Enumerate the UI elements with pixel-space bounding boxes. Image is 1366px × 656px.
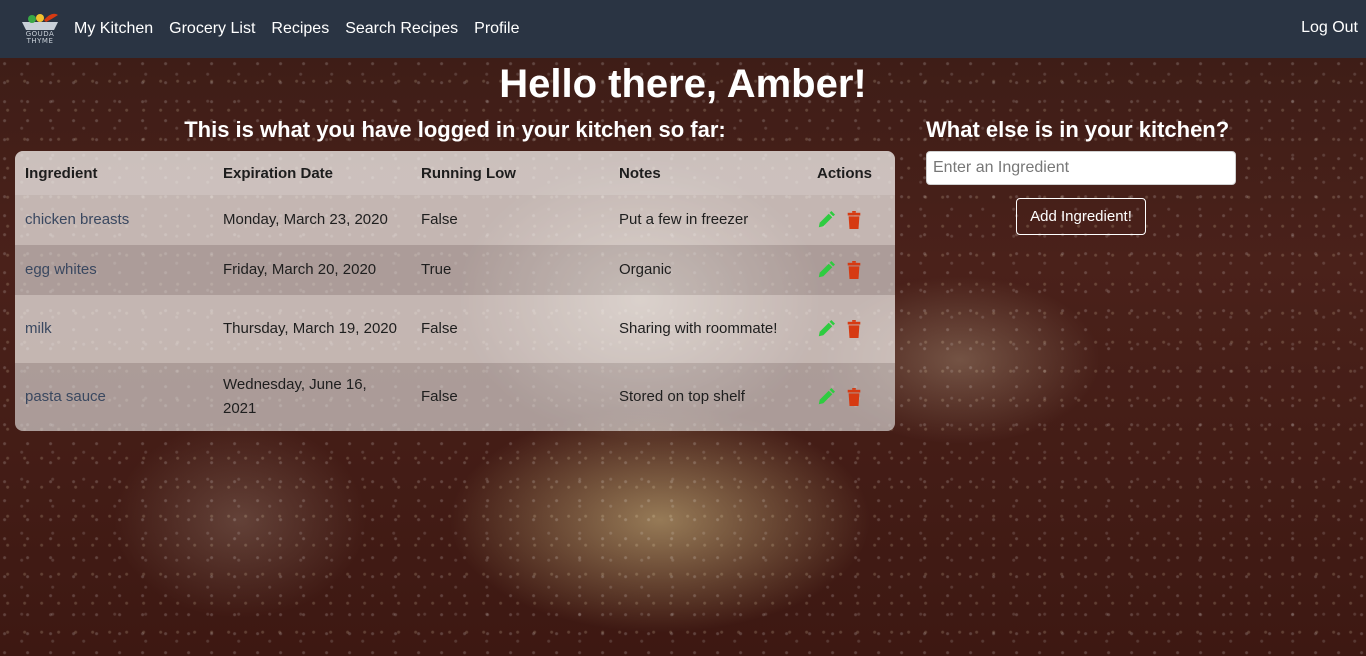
expiration-cell: Wednesday, June 16, 2021 (213, 363, 411, 431)
table-row: egg whites Friday, March 20, 2020 True O… (15, 245, 895, 295)
ingredient-input[interactable] (926, 151, 1236, 185)
table-row: milk Thursday, March 19, 2020 False Shar… (15, 295, 895, 363)
notes-cell: Organic (609, 245, 807, 295)
actions-cell (807, 363, 895, 431)
expiration-cell: Monday, March 23, 2020 (213, 195, 411, 245)
header-actions: Actions (807, 151, 895, 195)
notes-cell: Stored on top shelf (609, 363, 807, 431)
header-ingredient: Ingredient (15, 151, 213, 195)
kitchen-table: Ingredient Expiration Date Running Low N… (15, 151, 895, 431)
running-low-cell: False (411, 295, 609, 363)
add-ingredient-heading: What else is in your kitchen? (926, 117, 1230, 142)
table-header-row: Ingredient Expiration Date Running Low N… (15, 151, 895, 195)
ingredient-cell[interactable]: milk (15, 295, 213, 363)
table-row: pasta sauce Wednesday, June 16, 2021 Fal… (15, 363, 895, 431)
ingredient-cell[interactable]: chicken breasts (15, 195, 213, 245)
running-low-cell: False (411, 195, 609, 245)
nav-recipes[interactable]: Recipes (271, 20, 329, 38)
actions-cell (807, 245, 895, 295)
logo-text-bottom: THYME (26, 37, 54, 45)
notes-cell: Sharing with roommate! (609, 295, 807, 363)
kitchen-heading: This is what you have logged in your kit… (184, 117, 726, 142)
header-expiration: Expiration Date (213, 151, 411, 195)
notes-cell: Put a few in freezer (609, 195, 807, 245)
trash-icon[interactable] (845, 260, 863, 280)
page-greeting: Hello there, Amber! (499, 62, 867, 106)
nav-my-kitchen[interactable]: My Kitchen (74, 20, 153, 38)
trash-icon[interactable] (845, 387, 863, 407)
nav-search-recipes[interactable]: Search Recipes (345, 20, 458, 38)
header-notes: Notes (609, 151, 807, 195)
header-running-low: Running Low (411, 151, 609, 195)
nav-grocery-list[interactable]: Grocery List (169, 20, 255, 38)
ingredient-cell[interactable]: egg whites (15, 245, 213, 295)
actions-cell (807, 295, 895, 363)
expiration-cell: Friday, March 20, 2020 (213, 245, 411, 295)
add-ingredient-button[interactable]: Add Ingredient! (1016, 198, 1146, 235)
pencil-icon[interactable] (817, 319, 835, 339)
actions-cell (807, 195, 895, 245)
logout-link[interactable]: Log Out (1301, 19, 1358, 37)
pot-logo-icon (22, 13, 58, 30)
expiration-cell: Thursday, March 19, 2020 (213, 295, 411, 363)
running-low-cell: True (411, 245, 609, 295)
trash-icon[interactable] (845, 210, 863, 230)
table-row: chicken breasts Monday, March 23, 2020 F… (15, 195, 895, 245)
navbar: GOUDA THYME My Kitchen Grocery List Reci… (0, 0, 1366, 58)
ingredient-cell[interactable]: pasta sauce (15, 363, 213, 431)
nav-profile[interactable]: Profile (474, 20, 519, 38)
pencil-icon[interactable] (817, 260, 835, 280)
logo[interactable]: GOUDA THYME (17, 9, 63, 49)
running-low-cell: False (411, 363, 609, 431)
pencil-icon[interactable] (817, 210, 835, 230)
pencil-icon[interactable] (817, 387, 835, 407)
trash-icon[interactable] (845, 319, 863, 339)
